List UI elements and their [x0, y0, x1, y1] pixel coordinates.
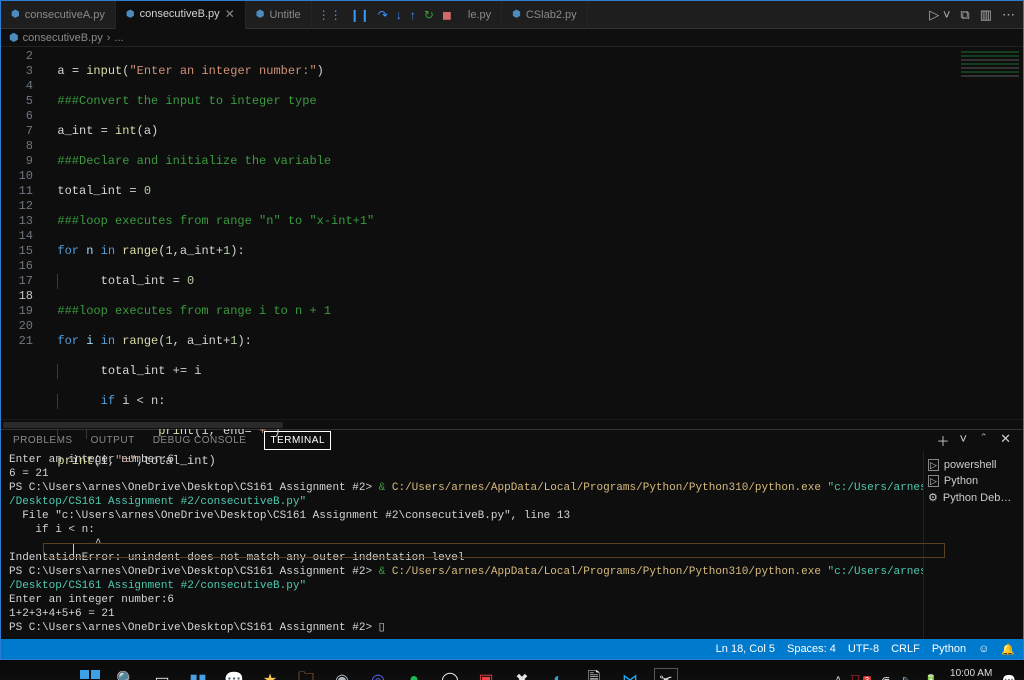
step-out-icon[interactable]: ↑ [410, 8, 416, 22]
notifications-icon[interactable]: 💬 [1002, 674, 1016, 680]
tab-consecutiveA[interactable]: ⬢ consecutiveA.py [1, 1, 116, 29]
python-icon: ⬢ [256, 9, 265, 20]
chevron-right-icon: › [107, 32, 111, 44]
step-over-icon[interactable]: ↷ [378, 8, 388, 22]
run-icon[interactable]: ▷ ˅ [929, 7, 950, 23]
stop-icon[interactable]: ◼ [442, 8, 452, 22]
close-panel-icon[interactable]: ✕ [1000, 431, 1011, 450]
tab-label: Untitle [269, 9, 300, 21]
minimap[interactable] [953, 47, 1023, 419]
breadcrumb[interactable]: ⬢ consecutiveB.py › ... [1, 29, 1023, 47]
python-icon: ⬢ [512, 9, 521, 20]
step-into-icon[interactable]: ↓ [396, 8, 402, 22]
python-icon: ⬢ [9, 31, 19, 44]
code-area[interactable]: a = input("Enter an integer number:") ##… [43, 47, 953, 419]
restart-icon[interactable]: ↻ [424, 8, 434, 22]
line-gutter: 23456789101112131415161718192021 [1, 47, 43, 419]
split-icon[interactable]: ⧉ [960, 7, 969, 23]
tab-label: consecutiveA.py [25, 9, 105, 21]
python-icon: ⬢ [126, 9, 135, 20]
tab-le[interactable]: le.py [458, 1, 502, 29]
tab-label: le.py [468, 9, 491, 21]
maximize-panel-icon[interactable]: ＾ [977, 431, 990, 450]
feedback-icon[interactable]: ☺ [978, 643, 989, 655]
tab-consecutiveB[interactable]: ⬢ consecutiveB.py ✕ [116, 1, 246, 29]
bell-icon[interactable]: 🔔 [1001, 643, 1015, 656]
pause-icon[interactable]: ❙❙ [350, 8, 370, 22]
terminal-dropdown-icon[interactable]: ˅ [959, 431, 967, 450]
tab-label: consecutiveB.py [140, 8, 220, 20]
editor[interactable]: 23456789101112131415161718192021 a = inp… [1, 47, 1023, 419]
clock[interactable]: 10:00 AM1/24/2022 [948, 668, 993, 680]
editor-title-actions: ▷ ˅ ⧉ ▥ ⋯ [929, 7, 1023, 23]
more-icon[interactable]: ⋯ [1002, 7, 1015, 23]
horizontal-scrollbar[interactable] [1, 419, 1023, 429]
tab-untitled[interactable]: ⬢ Untitle [246, 1, 312, 29]
drag-handle-icon[interactable]: ⋮⋮ [318, 8, 342, 22]
panel-icon[interactable]: ▥ [980, 7, 992, 23]
current-line [43, 543, 945, 558]
breadcrumb-file: consecutiveB.py [23, 32, 103, 44]
tab-label: CSlab2.py [526, 9, 577, 21]
tab-cslab2[interactable]: ⬢ CSlab2.py [502, 1, 588, 29]
breadcrumb-more: ... [114, 32, 123, 44]
close-icon[interactable]: ✕ [225, 7, 235, 21]
debug-toolbar: ⋮⋮ ❙❙ ↷ ↓ ↑ ↻ ◼ [312, 8, 458, 22]
python-icon: ⬢ [11, 9, 20, 20]
editor-tabs: ⬢ consecutiveA.py ⬢ consecutiveB.py ✕ ⬢ Unti… [1, 1, 1023, 29]
